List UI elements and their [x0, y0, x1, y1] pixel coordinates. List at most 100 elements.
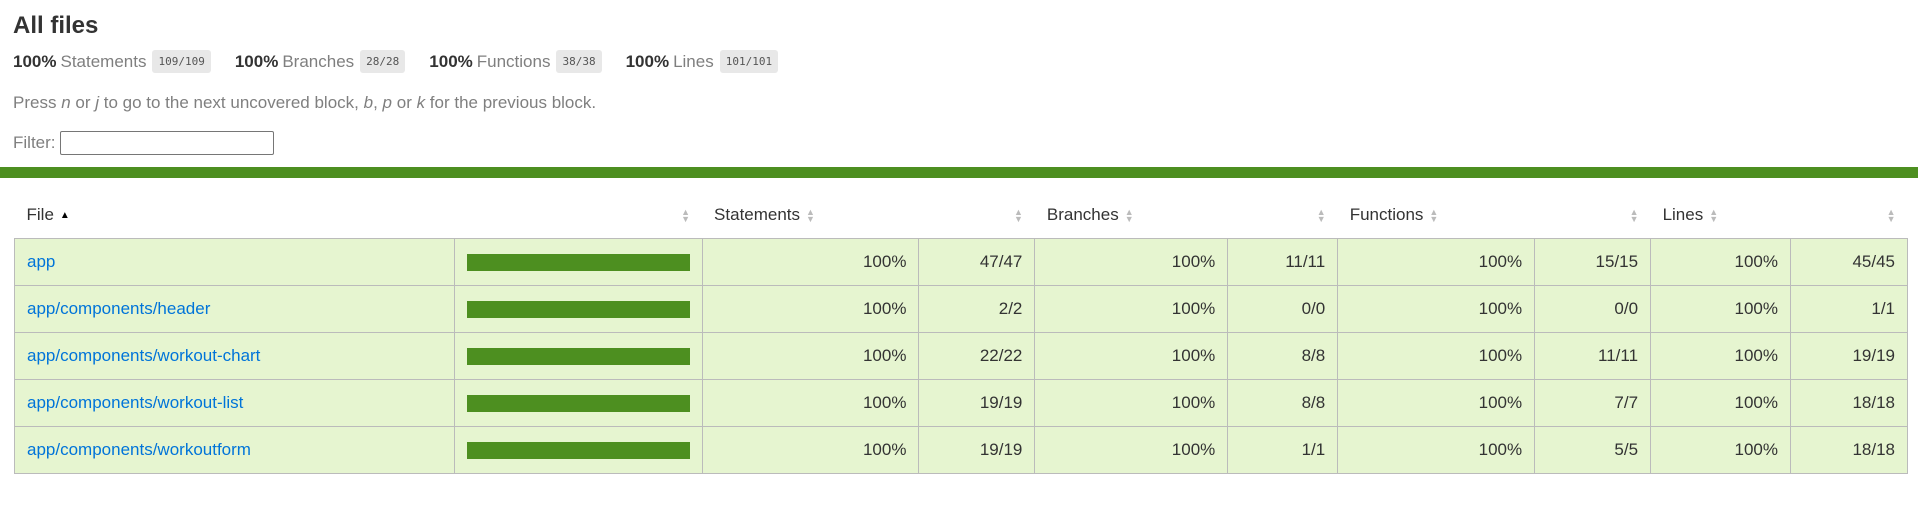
table-header: File ▲ ▲ ▼ Statements ▲ ▼ ▲ ▼ Branches ▲ ▼ ▲ ▼ F… [15, 192, 1908, 239]
fraction-cell: 1/1 [1789, 285, 1909, 333]
summary-fraction: 28/28 [360, 50, 406, 73]
pct-cell: 100% [1034, 332, 1229, 380]
fraction-cell: 8/8 [1227, 379, 1339, 427]
file-cell: app/components/workoutform [14, 426, 455, 474]
summary-fraction: 38/38 [556, 50, 602, 73]
file-link[interactable]: app/components/workoutform [27, 440, 251, 459]
pct-cell: 100% [1034, 379, 1229, 427]
page-title: All files [13, 12, 99, 39]
column-statements-raw[interactable]: ▲ ▼ [919, 192, 1035, 239]
sort-icon: ▲ ▼ [1124, 206, 1134, 224]
fraction-cell: 1/1 [1227, 426, 1339, 474]
coverage-bar [466, 300, 690, 318]
column-branches-raw[interactable]: ▲ ▼ [1228, 192, 1338, 239]
column-lines[interactable]: Lines ▲ ▼ [1651, 192, 1791, 239]
summary-functions: 100% Functions 38/38 [429, 50, 602, 73]
file-link[interactable]: app/components/workout-chart [27, 346, 260, 365]
table-row: app 100% 47/47 100% 11/11 100% 15/15 100% 45/45 [14, 238, 1909, 286]
column-statements[interactable]: Statements ▲ ▼ [702, 192, 919, 239]
coverage-bar-cell [453, 426, 703, 474]
sort-icon: ▲ ▼ [1013, 206, 1023, 224]
table-row: app/components/workout-list 100% 19/19 100%… [14, 379, 1909, 427]
pct-cell: 100% [1650, 332, 1791, 380]
pct-cell: 100% [701, 238, 920, 286]
filter-label: Filter: [13, 133, 56, 152]
file-cell: app/components/header [14, 285, 455, 333]
fraction-cell: 11/11 [1227, 238, 1339, 286]
sort-icon: ▲ ▼ [1886, 206, 1896, 224]
fraction-cell: 0/0 [1534, 285, 1652, 333]
file-link[interactable]: app/components/header [27, 299, 210, 318]
fraction-cell: 11/11 [1534, 332, 1652, 380]
fraction-cell: 19/19 [918, 426, 1036, 474]
coverage-bar [466, 347, 690, 365]
summary-statements: 100% Statements 109/109 [13, 50, 211, 73]
fraction-cell: 19/19 [1789, 332, 1909, 380]
filter: Filter: [13, 131, 1905, 155]
sort-icon: ▲ ▼ [806, 206, 815, 224]
sort-icon: ▲ ▼ [1316, 206, 1326, 224]
pct-cell: 100% [701, 426, 920, 474]
pct-cell: 100% [1337, 379, 1536, 427]
pct-cell: 100% [1650, 426, 1791, 474]
summary-lines: 100% Lines 101/101 [625, 50, 779, 73]
fraction-cell: 47/47 [918, 238, 1036, 286]
summary-fraction: 109/109 [152, 50, 211, 73]
coverage-summary: 100% Statements 109/109 100% Branches 28… [13, 50, 1905, 73]
summary-label: Branches [282, 51, 355, 71]
file-link[interactable]: app [27, 252, 55, 271]
summary-branches: 100% Branches 28/28 [234, 50, 406, 73]
column-file-bar[interactable]: ▲ ▼ [454, 192, 702, 239]
summary-pct: 100% [234, 51, 279, 71]
fraction-cell: 0/0 [1227, 285, 1339, 333]
pct-cell: 100% [1034, 426, 1229, 474]
filter-input[interactable] [59, 131, 274, 155]
pct-cell: 100% [1337, 426, 1536, 474]
column-branches[interactable]: Branches ▲ ▼ [1035, 192, 1228, 239]
fraction-cell: 19/19 [918, 379, 1036, 427]
coverage-bar [466, 441, 690, 459]
keyboard-help: Press n or j to go to the next uncovered… [13, 93, 597, 112]
sort-icon: ▲ ▼ [1709, 206, 1719, 224]
summary-pct: 100% [13, 51, 57, 71]
file-cell: app [14, 238, 455, 286]
column-file[interactable]: File ▲ [15, 192, 455, 239]
sort-icon: ▲ ▼ [1429, 206, 1439, 224]
coverage-table: File ▲ ▲ ▼ Statements ▲ ▼ ▲ ▼ Branches ▲ ▼ ▲ ▼ F… [14, 192, 1909, 474]
table-row: app/components/workout-chart 100% 22/22 100… [14, 332, 1909, 380]
coverage-bar-cell [453, 285, 703, 333]
coverage-bar [466, 253, 690, 271]
pct-cell: 100% [701, 379, 920, 427]
column-functions-raw[interactable]: ▲ ▼ [1535, 192, 1651, 239]
table-row: app/components/header 100% 2/2 100% 0/0 100% 0… [14, 285, 1909, 333]
fraction-cell: 18/18 [1789, 379, 1909, 427]
summary-fraction: 101/101 [719, 50, 779, 73]
coverage-bar-cell [453, 379, 703, 427]
coverage-bar [466, 394, 690, 412]
pct-cell: 100% [1650, 285, 1791, 333]
column-lines-raw[interactable]: ▲ ▼ [1790, 192, 1907, 239]
fraction-cell: 15/15 [1534, 238, 1652, 286]
summary-pct: 100% [625, 51, 670, 71]
header-section: All files 100% Statements 109/109 100% B… [0, 0, 1918, 155]
sort-icon: ▲ ▼ [681, 206, 691, 224]
file-cell: app/components/workout-list [14, 379, 455, 427]
pct-cell: 100% [1034, 238, 1229, 286]
column-functions[interactable]: Functions ▲ ▼ [1338, 192, 1535, 239]
fraction-cell: 5/5 [1534, 426, 1652, 474]
fraction-cell: 8/8 [1227, 332, 1339, 380]
coverage-status-line [0, 167, 1918, 178]
coverage-bar-cell [453, 238, 703, 286]
pct-cell: 100% [1337, 238, 1536, 286]
sort-icon: ▲ ▼ [1629, 206, 1639, 224]
file-link[interactable]: app/components/workout-list [27, 393, 243, 412]
pct-cell: 100% [1337, 332, 1536, 380]
sort-asc-icon: ▲ [59, 210, 70, 222]
coverage-bar-cell [453, 332, 703, 380]
summary-label: Lines [673, 51, 714, 71]
fraction-cell: 45/45 [1789, 238, 1909, 286]
pct-cell: 100% [1337, 285, 1536, 333]
summary-pct: 100% [429, 51, 473, 71]
fraction-cell: 18/18 [1789, 426, 1909, 474]
table-row: app/components/workoutform 100% 19/19 100% 1… [14, 426, 1909, 474]
